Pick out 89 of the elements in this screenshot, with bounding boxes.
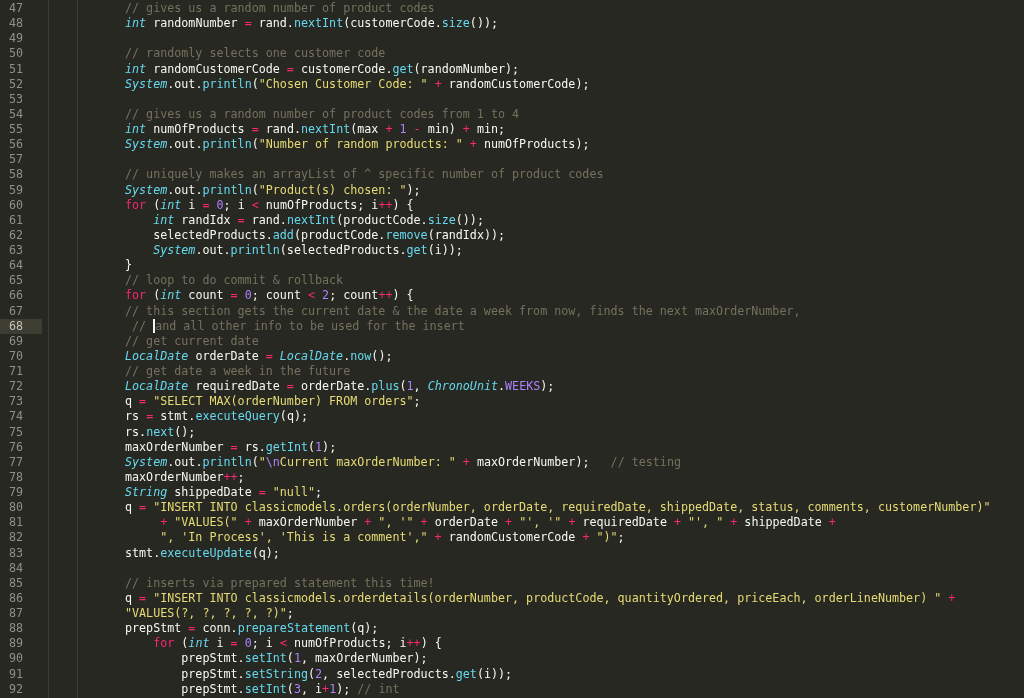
line-number: 88 [8, 621, 25, 637]
line-number: 64 [8, 258, 25, 274]
code-line: // gives us a random number of product codes [125, 1, 435, 15]
code-line: int randIdx = rand.nextInt(productCode.size()); [152, 212, 484, 227]
code-line: int numOfProducts = rand.nextInt(max + 1 - min) + min; [125, 122, 506, 136]
code-line: q = "SELECT MAX(orderNumber) FROM orders"; [125, 394, 421, 409]
line-number: 61 [8, 212, 25, 228]
code-line: LocalDate requiredDate = orderDate.plus(1, ChronoUnit.WEEKS); [125, 379, 555, 394]
code-line: ", 'In Process', 'This is a comment'," + randomCustomerCode + ")"; [159, 530, 625, 545]
line-number: 71 [8, 364, 25, 380]
line-number: 51 [8, 61, 25, 77]
line-number: 91 [8, 666, 25, 682]
line-number: 58 [8, 167, 25, 183]
code-line: System.out.println("\nCurrent maxOrderNumber: " + maxOrderNumber); // testing [125, 454, 681, 469]
code-line: maxOrderNumber = rs.getInt(1); [125, 439, 337, 454]
code-line: // get date a week in the future [125, 364, 351, 378]
code-editor[interactable] [0, 0, 1024, 698]
code-line: System.out.println("Product(s) chosen: "); [125, 182, 421, 197]
line-number: 57 [8, 152, 25, 168]
code-line: prepStmt.setInt(3, i+1); // int [180, 681, 400, 696]
line-number: 74 [8, 409, 25, 425]
code-line: System.out.println("Number of random products: " + numOfProducts); [125, 137, 590, 152]
code-line: for (int count = 0; count < 2; count++) { [125, 288, 414, 303]
line-number: 55 [8, 122, 25, 138]
code-line: int randomNumber = rand.nextInt(customerCode.size()); [125, 16, 498, 31]
line-number: 78 [8, 469, 25, 485]
line-number: 62 [8, 227, 25, 243]
line-number: 81 [8, 515, 25, 531]
code-line: "VALUES(?, ?, ?, ?, ?)"; [125, 606, 294, 620]
line-number: 77 [8, 454, 25, 470]
line-number: 56 [8, 137, 25, 153]
code-line: for (int i = 0; i < numOfProducts; i++) { [152, 636, 442, 651]
code-line: LocalDate orderDate = LocalDate.now(); [125, 348, 393, 363]
line-number: 84 [8, 560, 25, 576]
line-number: 52 [8, 76, 25, 92]
line-number: 67 [8, 303, 25, 319]
line-number: 50 [8, 46, 25, 62]
code-line: prepStmt = conn.prepareStatement(q); [125, 621, 379, 636]
code-line: // loop to do commit & rollback [125, 273, 344, 288]
line-number: 70 [8, 348, 25, 364]
line-number: 59 [8, 182, 25, 198]
code-line: String shippedDate = "null"; [125, 485, 323, 499]
line-number: 86 [8, 590, 25, 606]
line-number: 92 [8, 681, 25, 697]
code-line: System.out.println("Chosen Customer Code: " + randomCustomerCode); [125, 76, 590, 91]
line-number: 85 [8, 575, 25, 591]
line-number: 48 [8, 16, 25, 32]
code-line: for (int i = 0; i < numOfProducts; i++) { [125, 197, 414, 212]
line-number: 90 [8, 651, 25, 667]
line-number: 65 [8, 273, 25, 289]
line-number: 79 [8, 485, 25, 501]
line-number: 75 [8, 424, 25, 440]
code-line: selectedProducts.add(productCode.remove(randIdx)); [152, 227, 506, 242]
line-number: 63 [8, 243, 25, 259]
line-number: 54 [8, 106, 25, 122]
line-number: 73 [8, 394, 25, 410]
code-line: q = "INSERT INTO classicmodels.orderdetails(orderNumber, productCode, quantityOrdered, priceEach, orderLineNumber) " + [125, 590, 956, 605]
code-line: prepStmt.setInt(1, maxOrderNumber); [180, 651, 428, 666]
line-number: 82 [8, 530, 25, 546]
code-line: } [125, 258, 133, 273]
line-number: 49 [8, 31, 25, 47]
code-line: rs = stmt.executeQuery(q); [125, 409, 308, 424]
code-line: System.out.println(selectedProducts.get(i)); [152, 243, 463, 257]
code-line: // get current date [125, 333, 259, 348]
line-number: 83 [8, 545, 25, 561]
code-line: + "VALUES(" + maxOrderNumber + ", '" + orderDate + "', '" + requiredDate + "', " + shippedDate + [159, 515, 836, 530]
code-line: // uniquely makes an arrayList of ^ specific number of product codes [125, 167, 604, 182]
code-line: // and all other info to be used for the insert [131, 318, 465, 333]
line-number: 80 [8, 500, 25, 516]
line-number: 76 [8, 439, 25, 455]
code-line: int randomCustomerCode = customerCode.get(randomNumber); [125, 61, 520, 76]
line-number: 60 [8, 197, 25, 213]
line-number: 68 [0, 318, 42, 334]
line-number: 53 [8, 91, 25, 107]
code-line: // randomly selects one customer code [125, 46, 386, 61]
code-line: q = "INSERT INTO classicmodels.orders(orderNumber, orderDate, requiredDate, shippedDate, status, comments, customerNumber)" [125, 500, 991, 515]
line-number: 87 [8, 606, 25, 622]
line-number: 47 [8, 1, 25, 17]
line-number: 89 [8, 636, 25, 652]
line-number: 72 [8, 379, 25, 395]
line-number: 69 [8, 333, 25, 349]
code-line: // this section gets the current date & the date a week from now, finds the next maxOrderNumber, [125, 303, 801, 318]
code-line: prepStmt.setString(2, selectedProducts.get(i)); [180, 666, 513, 681]
code-line: // inserts via prepared statement this time! [125, 575, 435, 590]
code-line: maxOrderNumber++; [125, 469, 245, 484]
code-line: rs.next(); [125, 424, 196, 439]
line-number: 66 [8, 288, 25, 304]
code-line: stmt.executeUpdate(q); [125, 545, 280, 560]
code-line: // gives us a random number of product codes from 1 to 4 [125, 106, 520, 121]
